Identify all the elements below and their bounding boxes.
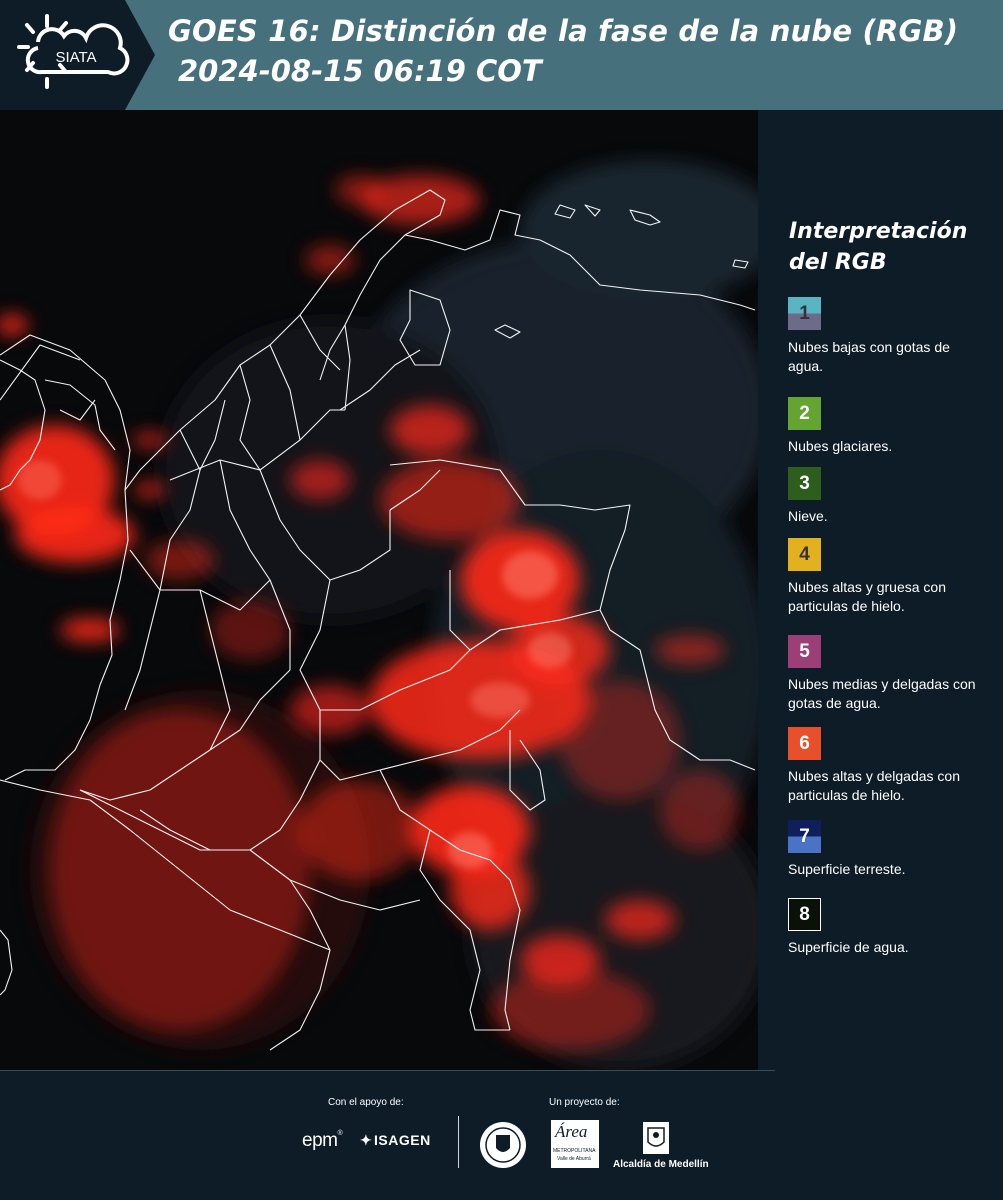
- legend-label: Superficie de agua.: [788, 939, 909, 955]
- legend-swatch: 4: [788, 538, 821, 571]
- legend-swatch: 6: [788, 727, 821, 760]
- siata-logo-text: SIATA: [55, 49, 96, 66]
- legend-title-line1: Interpretación: [789, 219, 968, 244]
- siata-logo: SIATA: [0, 0, 155, 110]
- legend-title-line2: del RGB: [789, 250, 887, 275]
- footer-vertical-divider: [458, 1116, 459, 1168]
- legend-swatch: 7: [788, 820, 821, 853]
- medellin-seal-icon: [480, 1122, 526, 1168]
- epm-logo-text: epm: [302, 1130, 338, 1151]
- page-title: GOES 16: Distinción de la fase de la nub…: [168, 14, 959, 48]
- footer: Con el apoyo de: Un proyecto de: epm® ✦ I…: [0, 1070, 1003, 1200]
- header-bar: SIATA GOES 16: Distinción de la fase de …: [0, 0, 1003, 110]
- legend-label: Nubes altas y delgadas con particulas de…: [788, 768, 960, 803]
- area-logo-text: Área: [555, 1122, 588, 1141]
- epm-logo: epm®: [302, 1130, 343, 1151]
- isagen-logo-text: ISAGEN: [374, 1132, 431, 1148]
- satellite-map[interactable]: [0, 110, 758, 1070]
- project-caption: Un proyecto de:: [549, 1097, 620, 1108]
- legend-swatch: 1: [788, 297, 821, 330]
- legend-swatch: 3: [788, 467, 821, 500]
- legend-swatch: 8: [788, 898, 821, 931]
- legend-panel: Interpretación del RGB 1 Nubes bajas con …: [758, 110, 1003, 1070]
- footer-divider-line: [0, 1070, 775, 1071]
- support-caption: Con el apoyo de:: [328, 1097, 404, 1108]
- legend-swatch: 2: [788, 397, 821, 430]
- legend-label: Nieve.: [788, 508, 828, 524]
- area-logo-subtext2: Valle de Aburrá: [557, 1156, 591, 1162]
- area-metropolitana-logo: Área METROPOLITANA Valle de Aburrá: [551, 1120, 599, 1168]
- legend-title: Interpretación del RGB: [789, 216, 989, 278]
- legend-label: Nubes altas y gruesa con particulas de h…: [788, 579, 946, 614]
- area-logo-subtext1: METROPOLITANA: [553, 1148, 596, 1154]
- isagen-logo: ✦ ISAGEN: [360, 1132, 431, 1149]
- legend-label: Nubes glaciares.: [788, 438, 893, 454]
- isagen-mark-icon: ✦: [360, 1132, 373, 1148]
- legend-swatch: 5: [788, 635, 821, 668]
- legend-label: Nubes medias y delgadas con gotas de agu…: [788, 676, 976, 711]
- legend-label: Nubes bajas con gotas de agua.: [788, 339, 950, 374]
- alcaldia-logo-text: Alcaldía de Medellín: [613, 1159, 709, 1170]
- legend-label: Superficie terreste.: [788, 861, 906, 877]
- page-timestamp: 2024-08-15 06:19 COT: [178, 54, 542, 88]
- alcaldia-crest-icon: [643, 1122, 669, 1154]
